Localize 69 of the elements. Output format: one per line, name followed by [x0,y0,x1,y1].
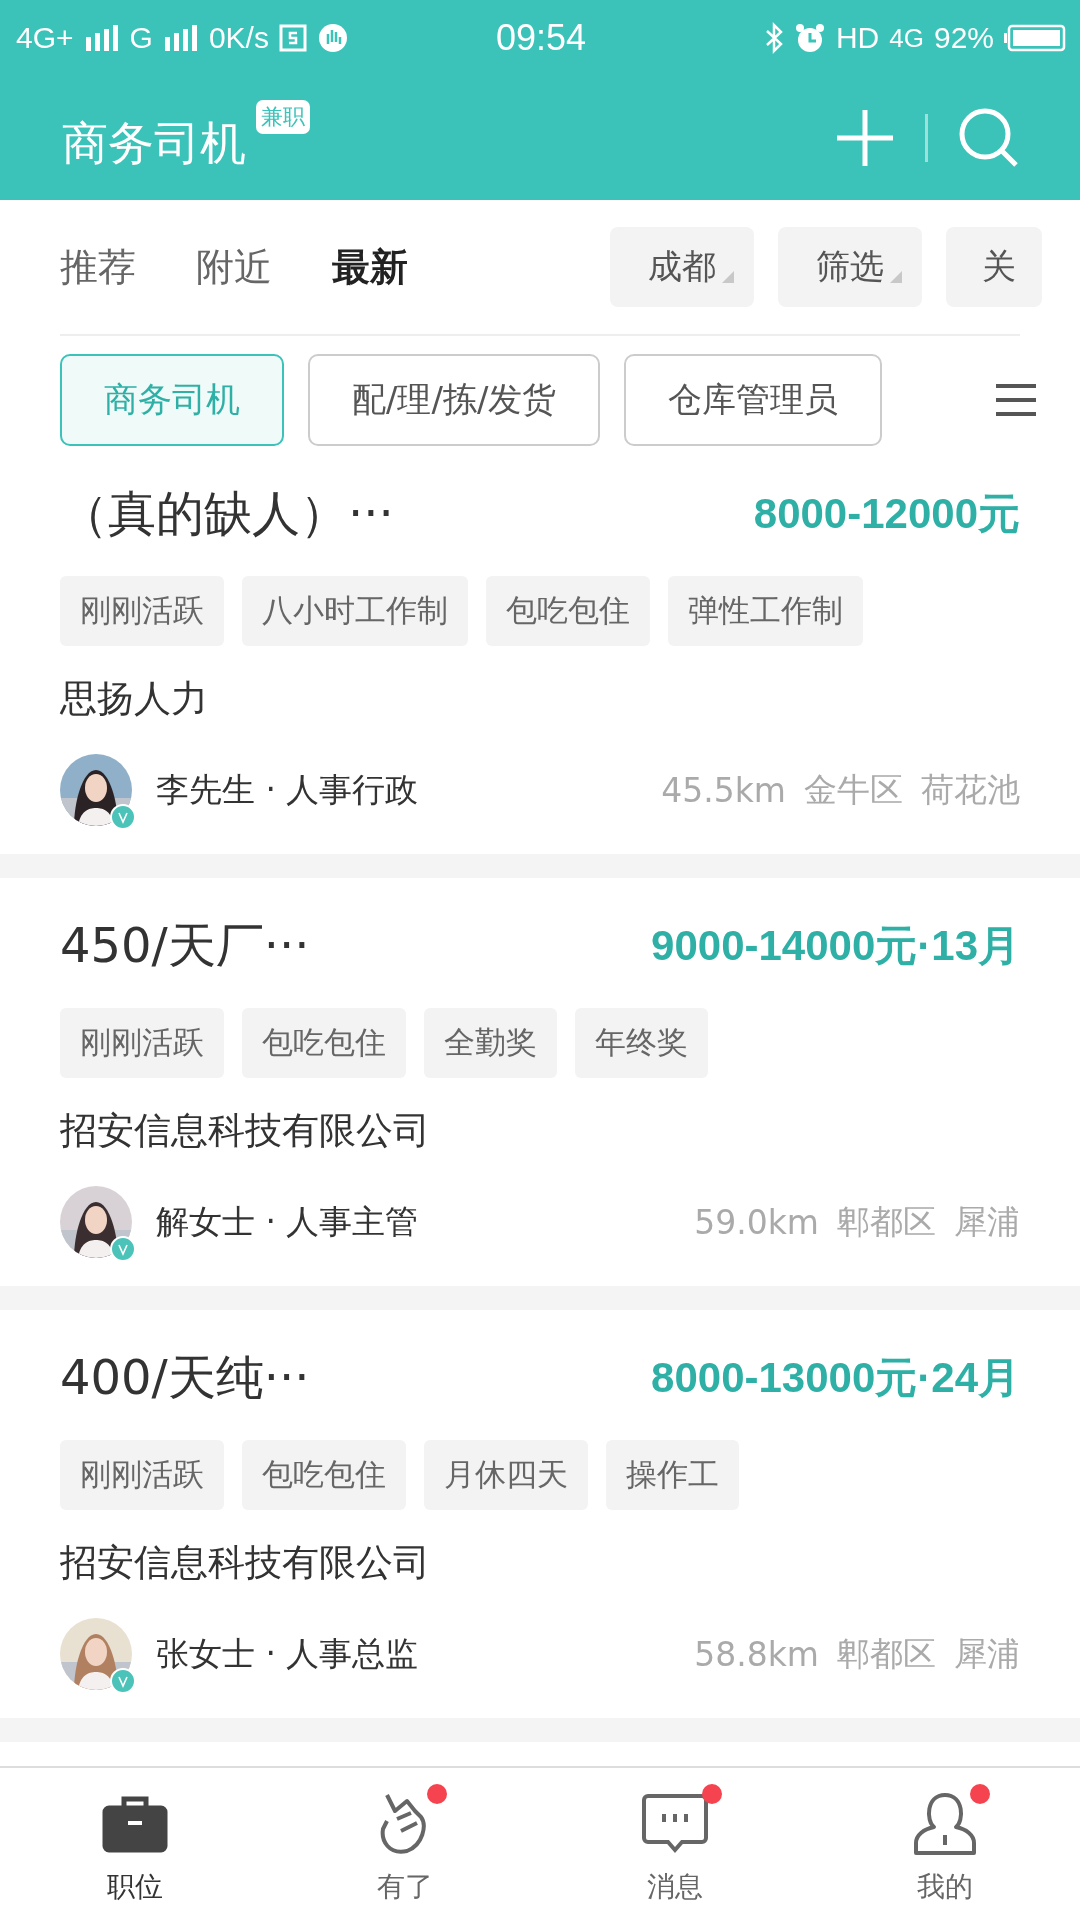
status-text: 4G+ [16,21,74,55]
district-text: 金牛区 [804,768,903,811]
status-text: HD [835,21,880,55]
signal-icon [162,25,199,51]
page-title: 商务司机 [62,115,246,172]
company-name: 招安信息科技有限公司 [60,1540,431,1586]
status-text: 0K/s [208,21,269,55]
company-name: 思扬人力 [60,676,209,722]
job-tag: 月休四天 [424,1440,588,1510]
area-text: 犀浦 [954,1632,1020,1675]
nav-tab[interactable]: 消息 [540,1768,810,1920]
distance-text: 58.8km [694,1634,819,1674]
job-tag: 弹性工作制 [668,576,863,646]
job-title: （真的缺人）··· [60,484,394,543]
salary-text: 8000-12000元 [753,489,1020,539]
area-text: 犀浦 [954,1200,1020,1243]
verified-icon [110,1236,136,1262]
job-title: 400/天纯··· [60,1348,310,1407]
status-text: G [129,21,153,55]
signal-icon [83,25,120,51]
company-name: 招安信息科技有限公司 [60,1108,431,1154]
salary-text: 9000-14000元·13月 [651,921,1020,971]
category-chip[interactable]: 配/理/拣/发货 [308,354,601,446]
job-tag: 八小时工作制 [242,576,468,646]
tab[interactable]: 附近 [196,241,272,293]
nav-tab[interactable]: 我的 [810,1768,1080,1920]
job-tag: 包吃包住 [242,1008,406,1078]
add-icon[interactable] [835,108,895,168]
contact-name: 李先生 · 人事行政 [156,768,419,811]
job-card[interactable]: 400/天纯··· 8000-13000元·24月 刚刚活跃 包吃包住 月休四天 操作工 招安信息科技有限公司 张女士 · 人事总监 58.8km 郫都区 犀浦 [0,1310,1080,1742]
app-icon [278,24,307,52]
distance-text: 59.0km [694,1202,819,1242]
filter-dropdown[interactable]: 关 [946,227,1042,307]
search-icon[interactable] [958,107,1020,169]
part-time-tag: 兼职 [256,100,310,134]
salary-text: 8000-13000元·24月 [651,1353,1020,1403]
area-text: 荷花池 [921,768,1020,811]
network-text: 4G [889,22,924,54]
contact-name: 解女士 · 人事主管 [156,1200,419,1243]
job-tag: 包吃包住 [486,576,650,646]
job-tag: 操作工 [606,1440,739,1510]
person-icon [914,1791,976,1855]
tab[interactable]: 最新 [332,241,408,293]
alarm-icon [793,22,826,54]
filter-dropdown[interactable]: 筛选 [778,227,922,307]
district-text: 郫都区 [837,1200,936,1243]
job-tag: 刚刚活跃 [60,1440,224,1510]
battery-text: 92% [933,21,994,55]
nav-tab[interactable]: 有了 [270,1768,540,1920]
job-tag: 包吃包住 [242,1440,406,1510]
job-title: 450/天厂··· [60,916,310,975]
filter-dropdown[interactable]: 成都 [610,227,754,307]
job-card[interactable]: （真的缺人）··· 8000-12000元 刚刚活跃 八小时工作制 包吃包住 弹性工作制 思扬人力 李先生 · 人事行政 45.5km 金牛区 荷花池 [0,446,1080,878]
tab[interactable]: 推荐 [60,241,136,293]
nav-tab[interactable]: 职位 [0,1768,270,1920]
battery-icon [1004,24,1066,52]
job-tag: 全勤奖 [424,1008,557,1078]
job-tag: 刚刚活跃 [60,576,224,646]
category-chip[interactable]: 仓库管理员 [624,354,883,446]
distance-text: 45.5km [661,770,786,810]
job-card[interactable]: 450/天厂··· 9000-14000元·13月 刚刚活跃 包吃包住 全勤奖 年终奖 招安信息科技有限公司 解女士 · 人事主管 59.0km 郫都区 犀浦 [0,878,1080,1310]
job-tag: 刚刚活跃 [60,1008,224,1078]
chat-icon [642,1792,708,1854]
district-text: 郫都区 [837,1632,936,1675]
clock-text: 09:54 [495,17,587,59]
verified-icon [110,804,136,830]
job-tag: 年终奖 [575,1008,708,1078]
contact-name: 张女士 · 人事总监 [156,1632,419,1675]
verified-icon [110,1668,136,1694]
